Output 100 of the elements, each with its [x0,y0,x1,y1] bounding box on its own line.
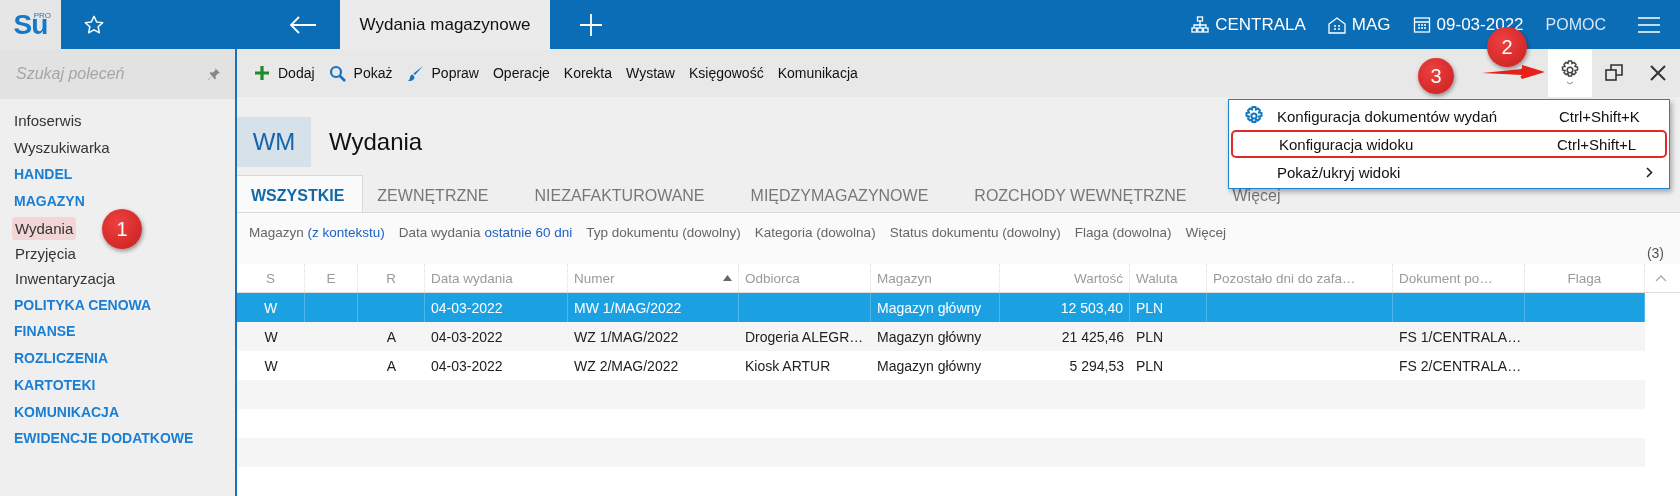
column-header[interactable]: R [358,264,425,292]
filter-link[interactable]: Data wydania ostatnie 60 dni [398,224,573,246]
toolbar-button[interactable]: Wystaw [619,61,682,85]
view-tab[interactable]: ZEWNĘTRZNE [363,175,507,212]
nav-section[interactable]: KARTOTEKI [0,371,96,399]
column-header[interactable]: Data wydania [425,264,568,292]
pin-icon[interactable] [207,67,221,81]
table-cell: Magazyn główny [877,357,982,374]
settings-icon [1560,60,1580,86]
document-code: WM [237,117,311,168]
star-icon[interactable] [83,13,105,36]
nav-section[interactable]: POLITYKA CENOWA [0,291,152,319]
toolbar-button[interactable]: Operacje [486,61,557,85]
search-input[interactable]: Szukaj poleceń [14,64,201,84]
table-cell: A [386,328,397,345]
context-selector[interactable]: MAG [1327,14,1391,35]
table-cell: W [264,328,278,345]
table-row[interactable]: W 04-03-2022 MW 1/MAG/2022 Magazyn główny 12 503,40 PLN [237,293,1645,322]
menu-icon[interactable] [1638,16,1660,33]
sort-ascending-icon [723,275,732,281]
restore-icon [1605,64,1623,82]
column-header[interactable]: Magazyn [871,264,1000,292]
nav-item[interactable]: Wydania [12,216,77,240]
toolbar-button[interactable]: Pokaż [321,60,400,86]
column-header[interactable]: S [237,264,305,292]
nav-section[interactable]: EWIDENCJE DODATKOWE [0,425,194,452]
context-selector[interactable]: CENTRALA [1191,14,1306,35]
table-cell: MW 1/MAG/2022 [574,299,682,316]
nav-item[interactable]: Wyszukiwarka [0,134,110,162]
table-cell: 04-03-2022 [431,299,503,316]
nav-section[interactable]: ROZLICZENIA [0,345,109,372]
column-header[interactable]: Odbiorca [739,264,871,292]
table-cell: Kiosk ARTUR [745,357,831,374]
nav-section[interactable]: KOMUNIKACJA [0,398,119,426]
column-header[interactable]: Numer [568,264,739,292]
table-cell: Magazyn główny [877,299,982,316]
toolbar-button[interactable]: Dodaj [247,61,322,85]
settings-button[interactable] [1548,49,1592,97]
document-tab[interactable]: Wydania magazynowe [340,0,550,49]
column-header[interactable]: Pozostało dni do zafa… [1207,264,1393,292]
nav-item[interactable]: Infoserwis [0,108,82,135]
nav-section[interactable]: FINANSE [0,318,76,346]
table-cell: 04-03-2022 [431,357,503,374]
table-cell: FS 1/CENTRALA… [1399,328,1522,345]
column-header[interactable]: Wartość [1000,264,1130,292]
chevron-right-icon [1646,166,1653,178]
filter-link[interactable]: Typ dokumentu (dowolny) [586,224,741,246]
filter-link[interactable]: Status dokumentu (dowolny) [889,224,1061,246]
toolbar-button[interactable]: Korekta [556,61,620,85]
building-icon [1327,15,1346,34]
help-link[interactable]: POMOC [1545,15,1606,34]
table-cell: 5 294,53 [1069,357,1124,374]
menu-item[interactable]: Konfiguracja dokumentów wydań Ctrl+Shift+K [1231,102,1667,130]
close-icon [1649,64,1667,82]
nav-section[interactable]: MAGAZYN [0,188,85,215]
table-cell: 04-03-2022 [431,328,503,345]
column-header[interactable]: E [305,264,358,292]
filter-link[interactable]: Kategoria (dowolna) [754,224,876,246]
calendar-icon [1412,15,1431,34]
plus-icon [254,65,270,81]
column-header[interactable]: Flaga [1525,264,1645,292]
menu-item[interactable]: Konfiguracja widoku Ctrl+Shift+L [1231,130,1667,158]
table-cell: W [263,299,278,316]
table-cell: A [386,357,397,374]
nav-item[interactable]: Przyjęcia [12,241,79,265]
filter-link[interactable]: Magazyn (z kontekstu) [249,224,385,246]
table-cell: W [264,357,278,374]
toolbar-button[interactable]: Księgowość [681,61,771,85]
new-tab-icon[interactable] [580,13,602,36]
view-tab[interactable]: NIEZAFAKTUROWANE [520,175,723,212]
nav-section[interactable]: HANDEL [0,161,73,189]
back-arrow-icon[interactable] [289,14,317,35]
filter-link[interactable]: Flaga (dowolna) [1074,224,1172,246]
column-header[interactable]: Dokument po… [1393,264,1525,292]
view-tab[interactable]: ROZCHODY WEWNĘTRZNE [960,175,1205,212]
search-field[interactable]: Szukaj poleceń [0,49,235,99]
network-icon [1191,15,1210,34]
search-icon [328,64,346,82]
brush-icon [406,64,424,82]
table-cell: WZ 1/MAG/2022 [574,328,679,345]
more-filters-link[interactable]: Więcej [1185,224,1227,246]
toolbar-button[interactable]: Komunikacja [770,61,865,85]
table-row[interactable]: W A 04-03-2022 WZ 1/MAG/2022 Drogeria ALEGR… Magazyn główny 21 425,46 PLN FS 1/CENTRALA… [237,322,1645,351]
table-cell: Magazyn główny [877,328,982,345]
view-tab[interactable]: WSZYSTKIE [237,174,364,212]
record-count: (3) [1646,245,1664,264]
menu-item[interactable]: Pokaż/ukryj widoki [1231,158,1667,186]
table-cell: Drogeria ALEGR… [745,328,864,345]
table-cell: 21 425,46 [1061,328,1124,345]
page-title: Wydania [329,128,423,157]
toolbar-button[interactable]: Popraw [399,60,486,86]
table-cell: FS 2/CENTRALA… [1399,357,1522,374]
table-cell: WZ 2/MAG/2022 [574,357,679,374]
nav-item[interactable]: Inwentaryzacja [12,266,119,290]
settings-icon [1244,106,1264,126]
table-cell: PLN [1136,328,1164,345]
view-tab[interactable]: MIĘDZYMAGAZYNOWE [736,175,947,212]
column-header[interactable]: Waluta [1130,264,1207,292]
table-cell: PLN [1136,357,1164,374]
table-cell: 12 503,40 [1060,299,1123,316]
